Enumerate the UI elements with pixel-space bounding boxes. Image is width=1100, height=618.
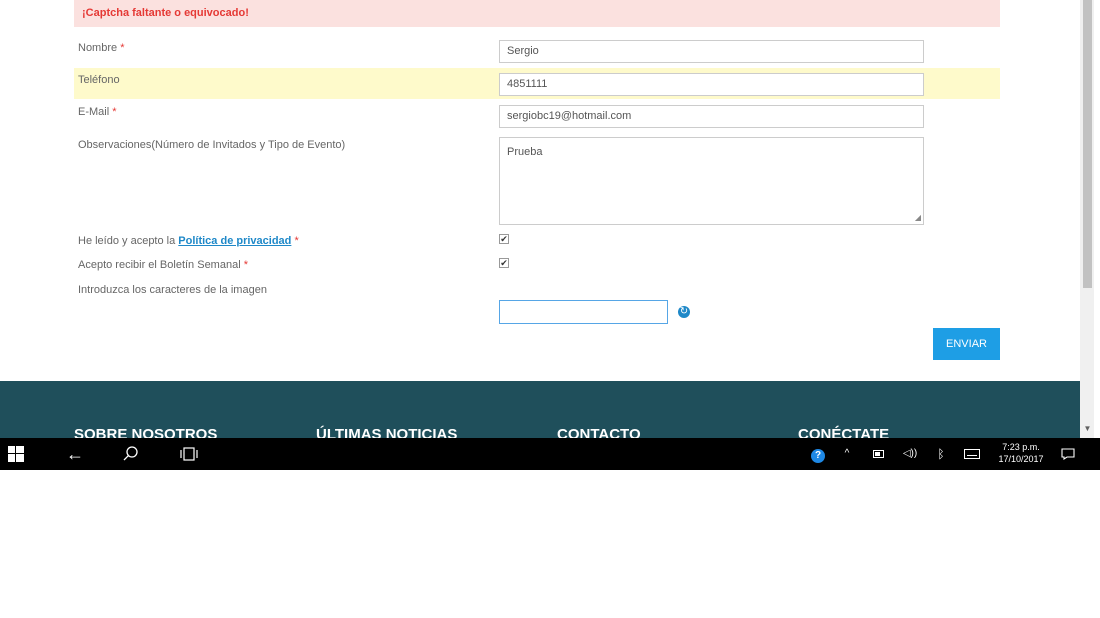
privacy-policy-link[interactable]: Política de privacidad <box>178 235 291 247</box>
clock-time: 7:23 p.m. <box>1002 442 1040 452</box>
windows-taskbar: ← ? ^ ◁)) ᛒ 7:23 p.m. 17/10/2017 <box>0 438 1100 470</box>
footer-heading-news: ÚLTIMAS NOTICIAS <box>316 426 458 438</box>
email-input[interactable]: sergiobc19@hotmail.com <box>499 105 924 128</box>
telefono-label: Teléfono <box>78 74 120 86</box>
footer-heading-about: SOBRE NOSOTROS <box>74 426 218 438</box>
battery-icon[interactable] <box>872 438 886 470</box>
resize-handle-icon[interactable]: ◢ <box>915 214 921 222</box>
scroll-down-arrow-icon[interactable]: ▼ <box>1083 423 1092 435</box>
search-icon[interactable] <box>120 438 142 470</box>
privacy-label: He leído y acepto la Política de privaci… <box>78 235 299 247</box>
bluetooth-icon[interactable]: ᛒ <box>935 438 947 470</box>
task-view-icon[interactable] <box>178 438 200 470</box>
required-mark: * <box>294 235 299 247</box>
observaciones-value: Prueba <box>507 146 543 158</box>
observaciones-label: Observaciones(Número de Invitados y Tipo… <box>78 139 346 151</box>
nombre-label: Nombre * <box>78 42 125 54</box>
submit-button[interactable]: ENVIAR <box>933 328 1000 360</box>
page-viewport: ¡Captcha faltante o equivocado! Nombre *… <box>0 0 1080 438</box>
site-footer: SOBRE NOSOTROS ÚLTIMAS NOTICIAS CONTACTO… <box>0 381 1080 438</box>
error-alert: ¡Captcha faltante o equivocado! <box>74 0 1000 27</box>
chevron-up-icon[interactable]: ^ <box>840 438 854 470</box>
notifications-icon[interactable] <box>1060 438 1076 470</box>
system-clock[interactable]: 7:23 p.m. 17/10/2017 <box>994 441 1048 465</box>
volume-icon[interactable]: ◁)) <box>902 438 918 470</box>
observaciones-textarea[interactable]: Prueba ◢ <box>499 137 924 225</box>
footer-heading-contact: CONTACTO <box>557 426 641 438</box>
required-mark: * <box>120 42 125 54</box>
error-message: ¡Captcha faltante o equivocado! <box>82 7 249 19</box>
footer-heading-connect: CONÉCTATE <box>798 426 890 438</box>
nombre-input[interactable]: Sergio <box>499 40 924 63</box>
back-arrow-icon[interactable]: ← <box>64 438 86 470</box>
captcha-label: Introduzca los caracteres de la imagen <box>78 284 267 296</box>
clock-date: 17/10/2017 <box>998 454 1044 464</box>
newsletter-label: Acepto recibir el Boletín Semanal * <box>78 259 248 271</box>
required-mark: * <box>243 259 248 271</box>
keyboard-icon[interactable] <box>963 438 981 470</box>
required-mark: * <box>112 106 117 118</box>
email-label: E-Mail * <box>78 106 117 118</box>
help-icon[interactable]: ? <box>809 438 827 470</box>
scrollbar-thumb[interactable] <box>1083 0 1092 288</box>
refresh-captcha-icon[interactable]: ↻ <box>678 306 690 318</box>
privacy-checkbox[interactable]: ✔ <box>499 234 509 244</box>
captcha-input[interactable] <box>499 300 668 324</box>
telefono-input[interactable]: 4851111 <box>499 73 924 96</box>
newsletter-checkbox[interactable]: ✔ <box>499 258 509 268</box>
windows-start-icon[interactable] <box>6 438 26 470</box>
